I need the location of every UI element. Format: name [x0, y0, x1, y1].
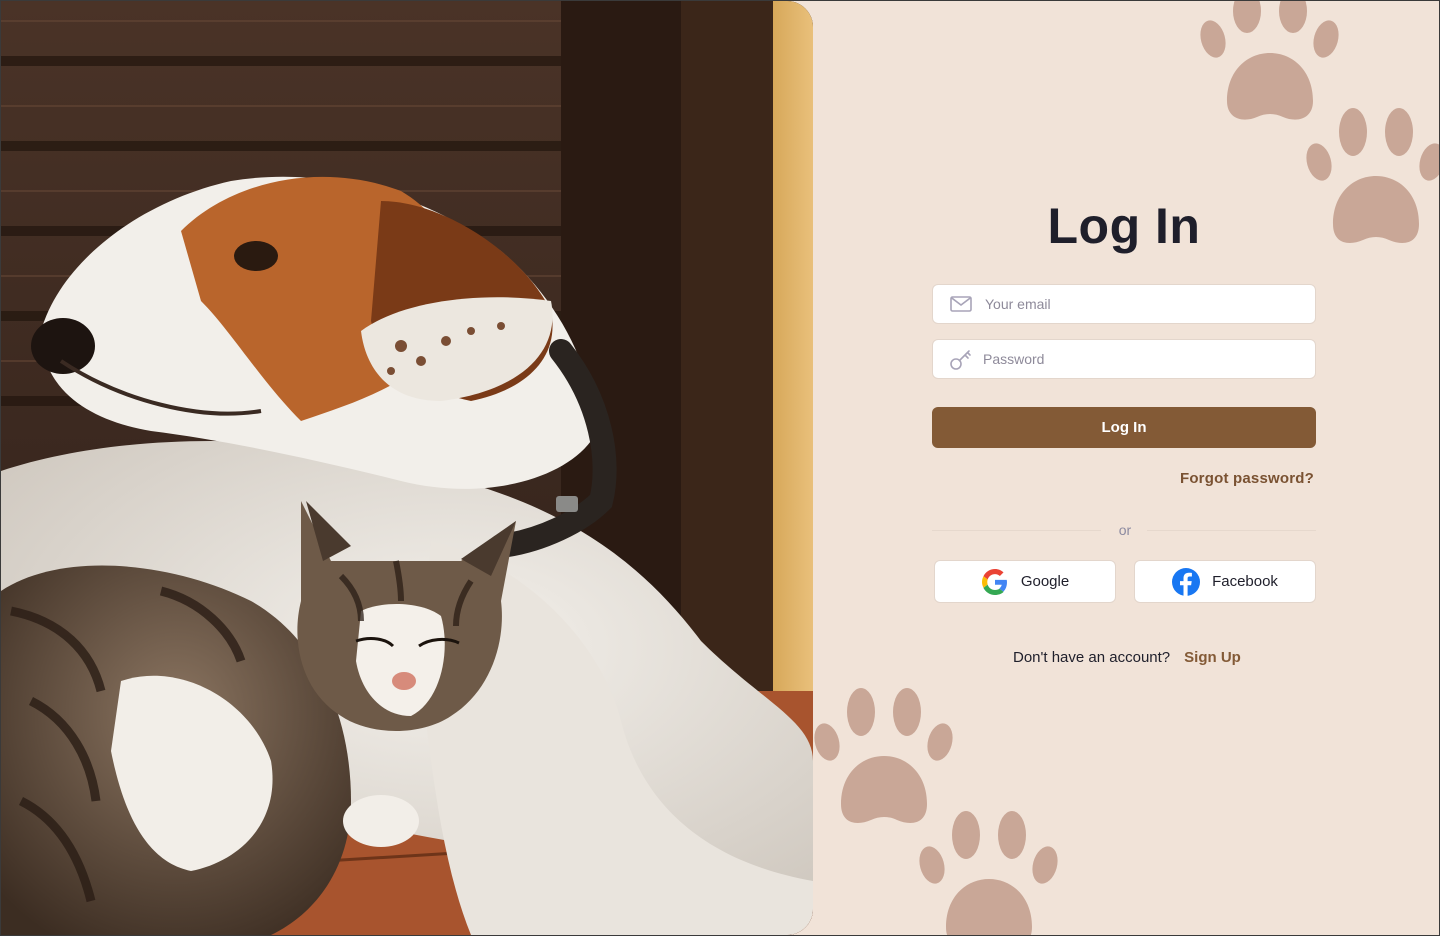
login-button[interactable]: Log In [932, 407, 1316, 448]
envelope-icon [949, 292, 973, 316]
email-field[interactable] [932, 284, 1316, 324]
divider-line-right [1147, 530, 1316, 531]
email-input[interactable] [985, 296, 1305, 312]
facebook-login-button[interactable]: Facebook [1134, 560, 1316, 603]
google-icon [981, 568, 1009, 596]
divider-line-left [932, 530, 1101, 531]
facebook-icon [1172, 567, 1201, 596]
paw-print-icon [916, 807, 1062, 935]
paw-print-icon [1303, 104, 1439, 246]
password-field[interactable] [932, 339, 1316, 379]
google-label: Google [1020, 573, 1070, 590]
page-title: Log In [1047, 198, 1201, 254]
password-input[interactable] [983, 351, 1303, 367]
paw-print-icon [811, 684, 957, 826]
signup-prompt: Don't have an account? [1013, 649, 1171, 666]
divider-text: or [1118, 522, 1132, 538]
login-page: Log In Log In Forgot password? or [0, 0, 1440, 936]
key-icon [949, 347, 973, 371]
google-login-button[interactable]: Google [934, 560, 1116, 603]
facebook-label: Facebook [1212, 573, 1278, 590]
dog-and-cat-photo [1, 1, 813, 935]
signup-row: Don't have an account? Sign Up [1013, 649, 1241, 666]
forgot-password-link[interactable]: Forgot password? [1180, 470, 1314, 487]
signup-link[interactable]: Sign Up [1184, 649, 1241, 666]
